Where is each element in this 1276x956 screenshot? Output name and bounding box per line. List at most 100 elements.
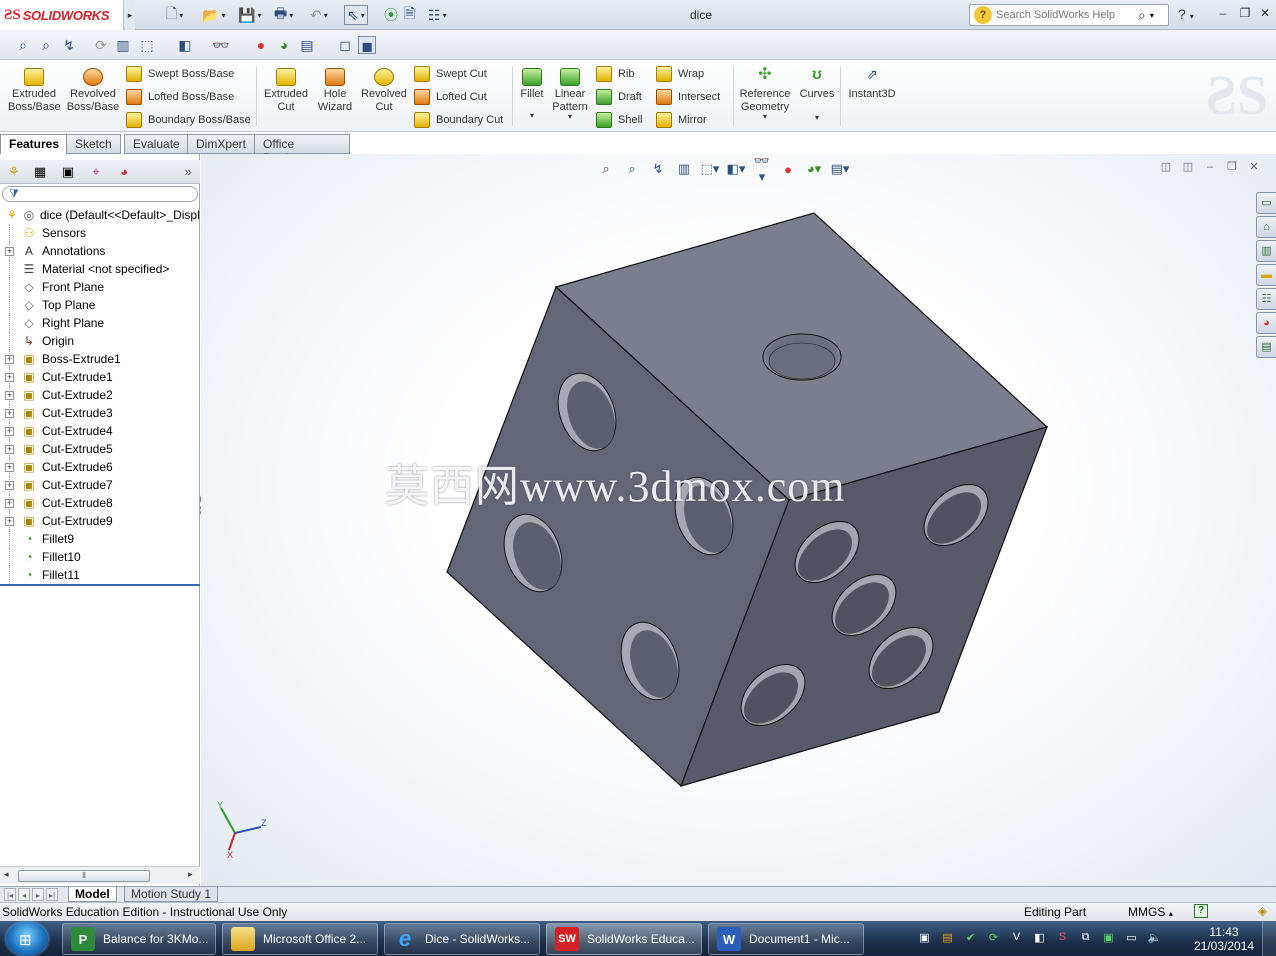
expand-toggle-icon[interactable]: + <box>5 516 14 526</box>
swept-boss-button[interactable]: Swept Boss/Base <box>126 65 234 83</box>
zoom-to-fit-icon[interactable]: ⌕ <box>14 36 32 54</box>
scroll-right-icon[interactable]: ▸ <box>188 869 193 880</box>
tree-item-origin[interactable]: ↳ Origin <box>0 332 200 350</box>
rib-button[interactable]: Rib <box>596 65 635 83</box>
tray-app-icon[interactable]: ⧉ <box>1077 931 1094 947</box>
expand-toggle-icon[interactable]: + <box>5 462 14 472</box>
draft-button[interactable]: Draft <box>596 88 642 106</box>
rebuild-button[interactable]: ⦿ <box>384 5 398 25</box>
print-button[interactable]: 🖶 ▾ <box>274 5 293 25</box>
tree-item-cut-extrude9[interactable]: + ▣ Cut-Extrude9 <box>0 512 200 530</box>
feature-manager-tab-icon[interactable]: ⚘ <box>2 162 26 182</box>
wrap-button[interactable]: Wrap <box>656 65 704 83</box>
select-button[interactable]: ⇖ ▾ <box>344 5 368 25</box>
minimize-button[interactable]: ‒ <box>1214 6 1232 22</box>
tree-item-cut-extrude8[interactable]: + ▣ Cut-Extrude8 <box>0 494 200 512</box>
options-button[interactable]: ☷ ▾ <box>428 5 447 25</box>
shaded-cube-icon[interactable]: ◼ <box>358 36 376 54</box>
tab-features[interactable]: Features <box>0 134 69 155</box>
linear-pattern-button[interactable]: Linear Pattern ▾ <box>550 68 590 123</box>
restore-button[interactable]: ❐ <box>1236 6 1254 22</box>
property-manager-tab-icon[interactable]: ▦ <box>28 162 52 182</box>
reference-geometry-button[interactable]: ✣ Reference Geometry ▾ <box>738 67 792 123</box>
network-icon[interactable]: ▭ <box>1123 931 1140 947</box>
hide-show-items-icon[interactable]: 👓 <box>212 36 230 54</box>
edit-appearance-icon[interactable]: ● <box>252 36 270 54</box>
section-view-icon[interactable]: ▥ <box>114 36 132 54</box>
curves-button[interactable]: ʊ Curves ▾ <box>798 67 836 124</box>
extruded-cut-button[interactable]: Extruded Cut <box>262 68 310 114</box>
expand-toggle-icon[interactable]: + <box>5 480 14 490</box>
menu-expand-arrow-icon[interactable]: ▸ <box>125 0 135 30</box>
expand-toggle-icon[interactable]: + <box>5 354 14 364</box>
dimxpert-manager-tab-icon[interactable]: ⌖ <box>84 162 108 182</box>
fillet-button[interactable]: Fillet ▾ <box>518 68 546 122</box>
intersect-button[interactable]: Intersect <box>656 88 720 106</box>
tree-item-cut-extrude5[interactable]: + ▣ Cut-Extrude5 <box>0 440 200 458</box>
display-style-icon[interactable]: ◧ <box>176 36 194 54</box>
expand-panel-icon[interactable]: » <box>176 162 200 182</box>
tab-model[interactable]: Model <box>68 887 117 902</box>
tree-item-fillet11[interactable]: ◔ Fillet11 <box>0 566 200 584</box>
view-orientation-icon[interactable]: ⬚ <box>138 36 156 54</box>
revolved-boss-button[interactable]: Revolved Boss/Base <box>66 68 120 114</box>
taskbar-clock[interactable]: 11:43 21/03/2014 <box>1192 925 1256 953</box>
tree-item-annotations[interactable]: + A Annotations <box>0 242 200 260</box>
tree-item-boss-extrude1[interactable]: + ▣ Boss-Extrude1 <box>0 350 200 368</box>
tray-app-icon[interactable]: ▤ <box>939 931 956 947</box>
tab-evaluate[interactable]: Evaluate <box>124 134 189 154</box>
boundary-boss-button[interactable]: Boundary Boss/Base <box>126 111 251 129</box>
wireframe-cube-icon[interactable]: ◻ <box>336 36 354 54</box>
tree-item-front-plane[interactable]: ◇ Front Plane <box>0 278 200 296</box>
mirror-button[interactable]: Mirror <box>656 111 707 129</box>
boundary-cut-button[interactable]: Boundary Cut <box>414 111 503 129</box>
solidworks-logo[interactable]: ƧS SOLIDWORKS <box>0 0 124 30</box>
last-tab-nav-icon[interactable]: ▸| <box>46 888 58 901</box>
tree-item-cut-extrude1[interactable]: + ▣ Cut-Extrude1 <box>0 368 200 386</box>
tray-solidworks-icon[interactable]: S <box>1054 931 1071 947</box>
tree-item-cut-extrude7[interactable]: + ▣ Cut-Extrude7 <box>0 476 200 494</box>
close-button[interactable]: ✕ <box>1256 6 1274 22</box>
tree-item-fillet9[interactable]: ◔ Fillet9 <box>0 530 200 548</box>
search-icon[interactable]: ⌕ <box>1138 7 1146 24</box>
revolved-cut-button[interactable]: Revolved Cut <box>360 68 408 114</box>
tree-root-part[interactable]: ⚘ ◎ dice (Default<<Default>_Display Stat… <box>0 206 200 224</box>
status-help-icon[interactable]: ? <box>1194 904 1208 918</box>
expand-toggle-icon[interactable]: + <box>5 390 14 400</box>
graphics-area[interactable]: ⌕ ⌕ ↯ ▥ ⬚▾ ◧▾ 👓▾ ● ◕▾ ▤▾ ◫ ◫ ‒ ❐ ✕ ▭ ⌂ ▥… <box>201 154 1276 886</box>
shell-button[interactable]: Shell <box>596 111 642 129</box>
expand-toggle-icon[interactable]: + <box>5 498 14 508</box>
tree-item-sensors[interactable]: ⚇ Sensors <box>0 224 200 242</box>
tree-item-cut-extrude4[interactable]: + ▣ Cut-Extrude4 <box>0 422 200 440</box>
display-manager-tab-icon[interactable]: ◕ <box>112 162 136 182</box>
search-dropdown-icon[interactable]: ▾ <box>1150 11 1154 20</box>
first-tab-nav-icon[interactable]: |◂ <box>4 888 16 901</box>
expand-toggle-icon[interactable]: + <box>5 408 14 418</box>
help-button[interactable]: ? ▾ <box>1178 6 1194 22</box>
configuration-manager-tab-icon[interactable]: ▣ <box>56 162 80 182</box>
help-search-input[interactable] <box>996 9 1136 21</box>
tab-motion-study[interactable]: Motion Study 1 <box>124 887 219 902</box>
start-button[interactable]: ⊞ <box>6 922 48 956</box>
tray-app-icon[interactable]: ▣ <box>916 931 933 947</box>
expand-toggle-icon[interactable]: + <box>5 426 14 436</box>
tab-office-products[interactable]: Office Products <box>254 134 350 165</box>
new-document-button[interactable]: 🗋 ▾ <box>166 5 183 25</box>
taskbar-item-publisher[interactable]: P Balance for 3KMo... <box>62 923 216 955</box>
save-button[interactable]: 💾 ▾ <box>238 5 261 25</box>
tray-app-icon[interactable]: ✔ <box>962 931 979 947</box>
open-button[interactable]: 📂 ▾ <box>202 5 225 25</box>
tree-item-fillet10[interactable]: ◔ Fillet10 <box>0 548 200 566</box>
hole-wizard-button[interactable]: Hole Wizard <box>314 68 356 114</box>
tree-item-cut-extrude6[interactable]: + ▣ Cut-Extrude6 <box>0 458 200 476</box>
tab-dimxpert[interactable]: DimXpert <box>187 134 256 154</box>
scroll-left-icon[interactable]: ◂ <box>4 869 9 880</box>
expand-toggle-icon[interactable]: + <box>5 372 14 382</box>
expand-toggle-icon[interactable]: + <box>5 444 14 454</box>
dice-model[interactable] <box>201 154 1276 886</box>
tray-antivirus-icon[interactable]: V <box>1008 931 1025 947</box>
tree-item-cut-extrude3[interactable]: + ▣ Cut-Extrude3 <box>0 404 200 422</box>
tab-sketch[interactable]: Sketch <box>66 134 121 154</box>
undo-button[interactable]: ↶ ▾ <box>310 5 328 25</box>
view-settings-icon[interactable]: ▤ <box>298 36 316 54</box>
